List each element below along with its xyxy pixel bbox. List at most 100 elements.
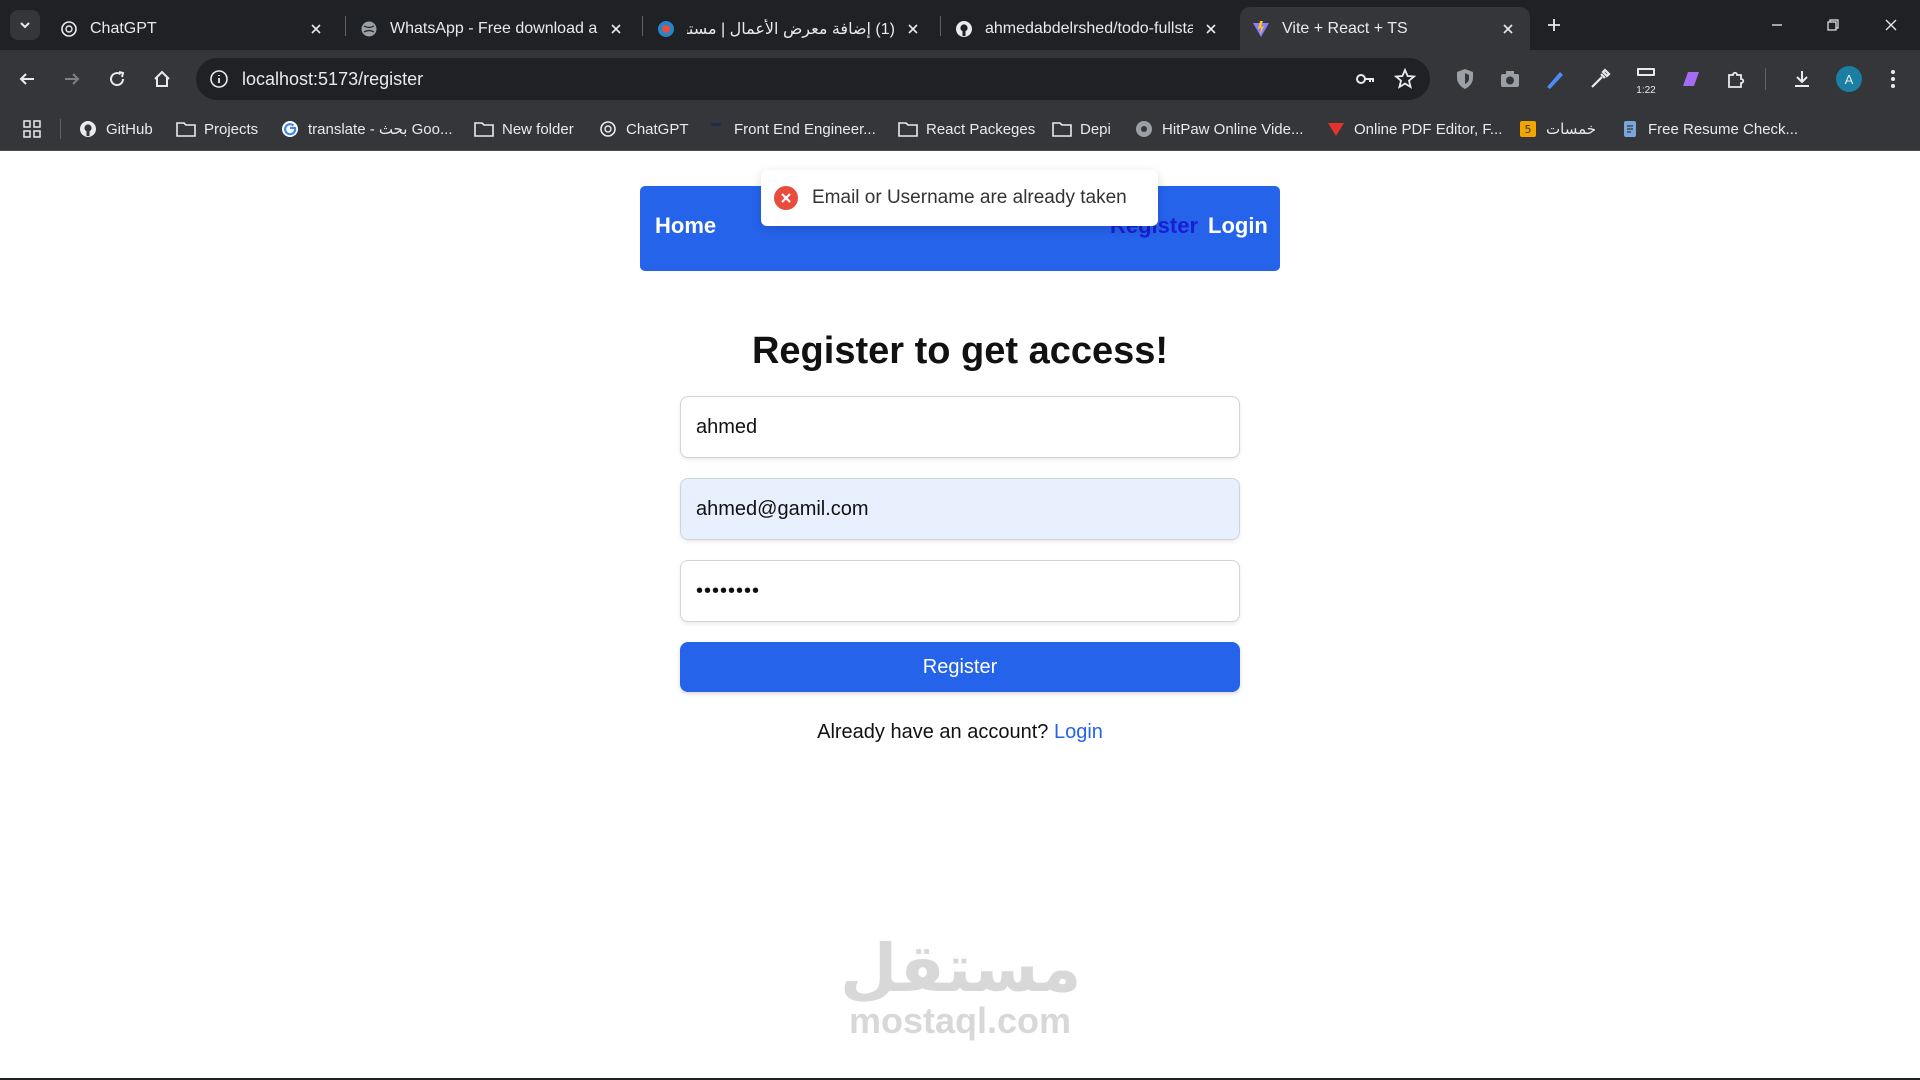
bookmarks-bar: GitHub Projects translate - بحث Goo... N… [0, 107, 1920, 151]
folder-icon [474, 119, 494, 139]
minimize-button[interactable] [1763, 11, 1791, 39]
close-window-button[interactable] [1877, 11, 1905, 39]
bookmark-projects[interactable]: Projects [176, 117, 258, 141]
error-toast[interactable]: Email or Username are already taken [761, 170, 1158, 226]
tab-divider [345, 16, 346, 36]
page-title: Register to get access! [751, 330, 1169, 372]
nav-home-link[interactable]: Home [655, 213, 716, 239]
pdf-icon [1326, 119, 1346, 139]
tab-divider [940, 16, 941, 36]
password-input[interactable] [680, 560, 1240, 622]
tab-title: Vite + React + TS [1282, 19, 1408, 37]
globe-icon [360, 20, 378, 38]
chatgpt-icon [598, 119, 618, 139]
tab-mostaql[interactable]: (1) إضافة معرض الأعمال | مستقل [645, 7, 935, 50]
shield-icon[interactable] [1450, 64, 1480, 94]
toast-message: Email or Username are already taken [812, 187, 1127, 208]
tab-whatsapp[interactable]: WhatsApp - Free download and [348, 7, 638, 50]
bookmark-label: GitHub [106, 120, 153, 138]
close-icon[interactable] [1498, 19, 1518, 39]
hitpaw-icon [1134, 119, 1154, 139]
bookmark-label: Projects [204, 120, 259, 138]
new-tab-button[interactable] [1540, 11, 1568, 39]
tab-title: ahmedabdelrshed/todo-fullstac [985, 19, 1193, 37]
tab-github[interactable]: ahmedabdelrshed/todo-fullstac [943, 7, 1233, 50]
close-icon[interactable] [1201, 19, 1221, 39]
bookmark-front-end[interactable]: Front End Engineer... [706, 117, 876, 141]
bookmark-github[interactable]: GitHub [78, 117, 153, 141]
email-input[interactable] [680, 478, 1240, 540]
restore-button[interactable] [1819, 11, 1847, 39]
arrow-left-icon [19, 73, 34, 85]
close-icon[interactable] [306, 19, 326, 39]
bookmark-react-packeges[interactable]: React Packeges [898, 117, 1035, 141]
nav-login-link[interactable]: Login [1208, 213, 1268, 239]
page-icon [706, 119, 726, 139]
site-info-icon[interactable] [206, 66, 232, 92]
arrow-right-icon [65, 73, 80, 85]
resume-icon [1620, 119, 1640, 139]
folder-icon [898, 119, 918, 139]
close-icon[interactable] [903, 19, 923, 39]
tab-vite-active[interactable]: Vite + React + TS [1240, 7, 1530, 50]
timer-text: 1:22 [1636, 85, 1656, 96]
github-icon [78, 119, 98, 139]
close-icon[interactable] [606, 19, 626, 39]
toolbar-divider [1765, 68, 1766, 90]
bookmark-translate[interactable]: translate - بحث Goo... [280, 117, 453, 141]
google-icon [280, 119, 300, 139]
reload-button[interactable] [102, 64, 132, 94]
back-button[interactable] [12, 64, 42, 94]
folder-icon [1052, 119, 1072, 139]
bookmark-pdf-editor[interactable]: Online PDF Editor, F... [1326, 117, 1502, 141]
address-bar[interactable]: localhost:5173/register [196, 58, 1430, 100]
tab-chatgpt[interactable]: ChatGPT [48, 7, 338, 50]
tab-title: WhatsApp - Free download and [390, 19, 598, 37]
bookmark-depi[interactable]: Depi [1052, 117, 1111, 141]
purple-extension-icon[interactable] [1676, 64, 1706, 94]
bookmark-khamsat[interactable]: 5 خمسات [1518, 117, 1596, 141]
username-input[interactable] [680, 396, 1240, 458]
star-icon[interactable] [1390, 64, 1420, 94]
bookmark-chatgpt[interactable]: ChatGPT [598, 117, 689, 141]
chatgpt-icon [60, 20, 78, 38]
bookmark-label: Front End Engineer... [734, 120, 876, 138]
pen-extension-icon[interactable] [1540, 64, 1570, 94]
folder-icon [176, 119, 196, 139]
key-icon[interactable] [1350, 64, 1380, 94]
url-text: localhost:5173/register [242, 68, 424, 89]
puzzle-icon[interactable] [1721, 64, 1751, 94]
timer-extension-icon[interactable]: 1:22 [1631, 64, 1661, 96]
chevron-down-icon [20, 22, 30, 29]
close-icon [1885, 19, 1897, 31]
apps-grid-icon[interactable] [20, 117, 44, 141]
home-button[interactable] [147, 64, 177, 94]
restore-icon [1827, 19, 1839, 31]
profile-avatar[interactable]: A [1836, 66, 1862, 92]
watermark-arabic: مستقل [840, 931, 1082, 1005]
plus-icon [1548, 19, 1560, 31]
bookmark-new-folder[interactable]: New folder [474, 117, 574, 141]
color-picker-icon[interactable] [1585, 64, 1615, 94]
camera-icon[interactable] [1495, 64, 1525, 94]
forward-button[interactable] [57, 64, 87, 94]
bookmark-label: New folder [502, 120, 574, 138]
menu-icon[interactable] [1878, 64, 1908, 94]
home-icon [154, 70, 170, 87]
watermark-latin: mostaql.com [848, 1000, 1072, 1041]
tab-search-button[interactable] [10, 10, 40, 40]
bookmark-label: Depi [1080, 120, 1111, 138]
bookmark-label: translate - بحث Goo... [308, 121, 453, 138]
login-link[interactable]: Login [1054, 721, 1103, 743]
minimize-icon [1772, 24, 1782, 26]
github-icon [955, 20, 973, 38]
reload-icon [110, 71, 125, 87]
svg-text:5: 5 [1525, 123, 1532, 136]
download-icon[interactable] [1787, 64, 1817, 94]
bookmark-resume-check[interactable]: Free Resume Check... [1620, 117, 1798, 141]
bookmark-hitpaw[interactable]: HitPaw Online Vide... [1134, 117, 1303, 141]
bookmark-label: خمسات [1546, 121, 1597, 138]
register-button[interactable]: Register [680, 642, 1240, 692]
bookmark-label: ChatGPT [626, 120, 689, 138]
bookmark-label: HitPaw Online Vide... [1162, 120, 1304, 138]
